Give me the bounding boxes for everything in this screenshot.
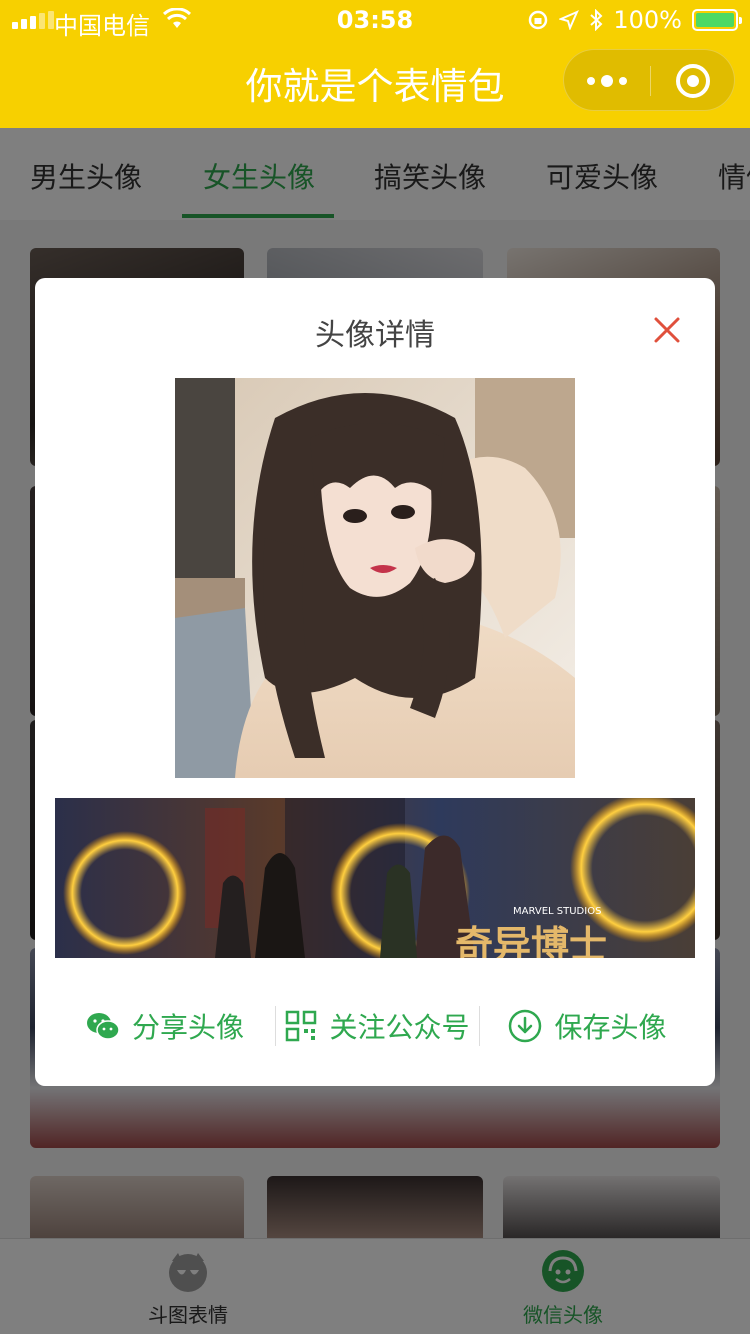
dot-icon <box>587 77 595 85</box>
location-icon <box>559 10 580 30</box>
save-avatar-label: 保存头像 <box>554 1011 667 1044</box>
banner-ad[interactable]: MARVEL STUDIOS 奇异博士 <box>55 798 695 958</box>
download-icon <box>509 1009 542 1043</box>
status-bar: 中国电信 03:58 100% <box>0 0 750 40</box>
share-avatar-label: 分享头像 <box>131 1011 244 1044</box>
qr-code-icon <box>286 1010 317 1042</box>
close-icon[interactable] <box>647 310 687 350</box>
avatar-image[interactable] <box>175 378 575 778</box>
modal-actions: 分享头像 关注公众号 保存头像 <box>55 998 695 1054</box>
rotation-lock-icon <box>529 10 548 30</box>
status-right: 100% <box>527 6 742 34</box>
share-avatar-button[interactable]: 分享头像 <box>55 998 275 1054</box>
banner-movie-title: 奇异博士 <box>455 923 607 958</box>
avatar-detail-modal: 头像详情 MARVEL STUDIOS 奇异博士 分享头像 关注公众号 保存头像 <box>35 278 715 1086</box>
top-bar: 中国电信 03:58 100% 你就是个表情包 <box>0 0 750 128</box>
follow-account-button[interactable]: 关注公众号 <box>275 1006 480 1046</box>
dot-icon <box>601 75 613 87</box>
battery-icon <box>692 9 742 31</box>
capsule-divider <box>650 66 651 96</box>
bluetooth-icon <box>590 9 603 31</box>
banner-studio-label: MARVEL STUDIOS <box>513 906 601 917</box>
battery-percent: 100% <box>613 6 682 34</box>
exit-mini-program-icon[interactable] <box>676 64 710 98</box>
follow-account-label: 关注公众号 <box>329 1011 470 1044</box>
save-avatar-button[interactable]: 保存头像 <box>480 998 695 1054</box>
modal-title: 头像详情 <box>315 318 435 353</box>
wechat-icon <box>86 1013 120 1040</box>
more-options-button[interactable] <box>564 50 650 112</box>
dot-icon <box>619 77 627 85</box>
mini-program-capsule <box>563 49 735 111</box>
